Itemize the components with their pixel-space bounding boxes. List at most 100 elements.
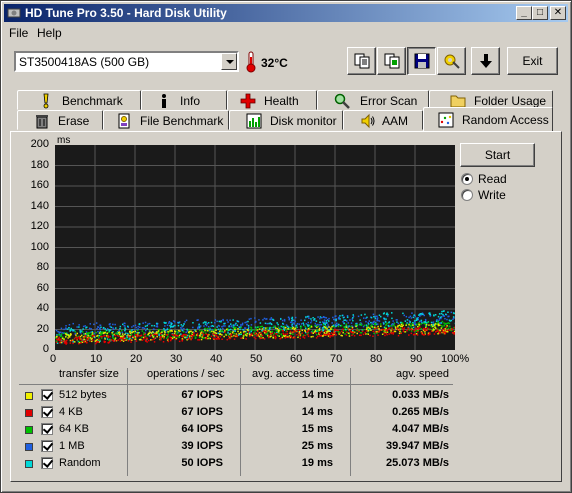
- data-point: [245, 321, 248, 323]
- y-tick-label: 20: [36, 322, 49, 335]
- data-point: [363, 317, 365, 319]
- options-button[interactable]: [437, 47, 466, 75]
- data-point: [346, 331, 348, 333]
- close-button[interactable]: ✕: [550, 6, 566, 20]
- data-point: [146, 337, 148, 339]
- tab-label: Error Scan: [360, 94, 418, 108]
- data-point: [400, 325, 402, 327]
- data-point: [403, 314, 405, 317]
- tab-health[interactable]: Health: [227, 90, 317, 110]
- read-radio-label: Read: [478, 172, 507, 186]
- tab-label: Benchmark: [62, 94, 123, 108]
- tab-random-access[interactable]: Random Access: [423, 107, 553, 131]
- data-point: [146, 328, 148, 330]
- app-window: HD Tune Pro 3.50 - Hard Disk Utility _ □…: [0, 0, 572, 493]
- copy-screenshot-button[interactable]: [377, 47, 406, 75]
- minimize-button[interactable]: _: [516, 6, 532, 20]
- data-point: [289, 332, 291, 334]
- x-tick-label: 20: [130, 353, 143, 365]
- data-point: [185, 319, 188, 322]
- data-point: [234, 330, 236, 332]
- exit-button[interactable]: Exit: [507, 47, 558, 75]
- start-button[interactable]: Start: [460, 143, 535, 167]
- data-point: [337, 323, 340, 326]
- data-point: [260, 337, 263, 339]
- data-point: [221, 334, 223, 336]
- data-point: [334, 323, 337, 326]
- data-point: [188, 335, 191, 337]
- data-point: [235, 322, 237, 325]
- data-point: [319, 316, 322, 318]
- write-radio-circle[interactable]: [461, 189, 473, 201]
- data-point: [284, 335, 287, 337]
- data-point: [70, 340, 73, 342]
- series-checkbox[interactable]: [41, 440, 53, 452]
- data-point: [300, 325, 303, 328]
- save-button[interactable]: [407, 47, 436, 75]
- menu-file[interactable]: File: [9, 26, 28, 40]
- data-point: [207, 330, 209, 332]
- data-point: [136, 329, 139, 332]
- chevron-down-icon[interactable]: [221, 53, 237, 70]
- series-checkbox[interactable]: [41, 423, 53, 435]
- data-point: [66, 328, 69, 330]
- tab-erase[interactable]: Erase: [17, 110, 103, 130]
- data-point: [91, 332, 94, 334]
- data-point: [134, 336, 137, 338]
- data-point: [197, 339, 199, 341]
- maximize-button[interactable]: □: [532, 6, 548, 20]
- data-point: [298, 334, 300, 337]
- tab-file-benchmark[interactable]: File Benchmark: [103, 110, 229, 130]
- data-point: [383, 328, 385, 331]
- data-point: [204, 323, 207, 325]
- tab-aam[interactable]: AAM: [343, 110, 423, 130]
- read-radio-circle[interactable]: [461, 173, 473, 185]
- data-point: [210, 321, 213, 324]
- copy-text-button[interactable]: [347, 47, 376, 75]
- data-point: [209, 337, 211, 340]
- write-radio[interactable]: Write: [461, 187, 541, 203]
- data-point: [342, 331, 344, 334]
- data-point: [248, 318, 251, 320]
- series-checkbox[interactable]: [41, 457, 53, 469]
- data-point: [223, 335, 225, 338]
- data-point: [278, 335, 280, 337]
- data-point: [337, 318, 340, 320]
- data-point: [76, 336, 78, 339]
- data-point: [241, 324, 244, 326]
- magnifier-icon: [334, 93, 350, 109]
- data-point: [193, 332, 195, 334]
- data-point: [447, 311, 449, 313]
- data-point: [330, 328, 332, 331]
- drive-select[interactable]: ST3500418AS (500 GB): [14, 51, 239, 72]
- data-point: [96, 341, 98, 343]
- data-point: [345, 326, 348, 328]
- data-point: [319, 326, 321, 329]
- tab-disk-monitor[interactable]: Disk monitor: [229, 110, 343, 130]
- data-point: [318, 328, 321, 330]
- title-bar[interactable]: HD Tune Pro 3.50 - Hard Disk Utility _ □…: [4, 4, 568, 22]
- data-point: [302, 334, 305, 337]
- data-point: [237, 320, 239, 323]
- data-point: [70, 327, 72, 330]
- data-point: [452, 318, 454, 320]
- data-point: [68, 324, 71, 326]
- data-point: [134, 324, 137, 327]
- menu-help[interactable]: Help: [37, 26, 62, 40]
- tab-info[interactable]: Info: [141, 90, 227, 110]
- data-point: [434, 314, 437, 316]
- data-point: [301, 329, 303, 332]
- data-point: [425, 325, 427, 327]
- series-checkbox[interactable]: [41, 389, 53, 401]
- data-point: [208, 329, 211, 332]
- data-point: [325, 317, 328, 319]
- data-point: [391, 323, 394, 325]
- data-point: [359, 332, 362, 334]
- read-radio[interactable]: Read: [461, 171, 541, 187]
- data-point: [153, 341, 156, 343]
- tab-benchmark[interactable]: Benchmark: [17, 90, 141, 110]
- download-button[interactable]: [471, 47, 500, 75]
- data-point: [248, 326, 250, 329]
- tab-error-scan[interactable]: Error Scan: [317, 90, 429, 110]
- series-checkbox[interactable]: [41, 406, 53, 418]
